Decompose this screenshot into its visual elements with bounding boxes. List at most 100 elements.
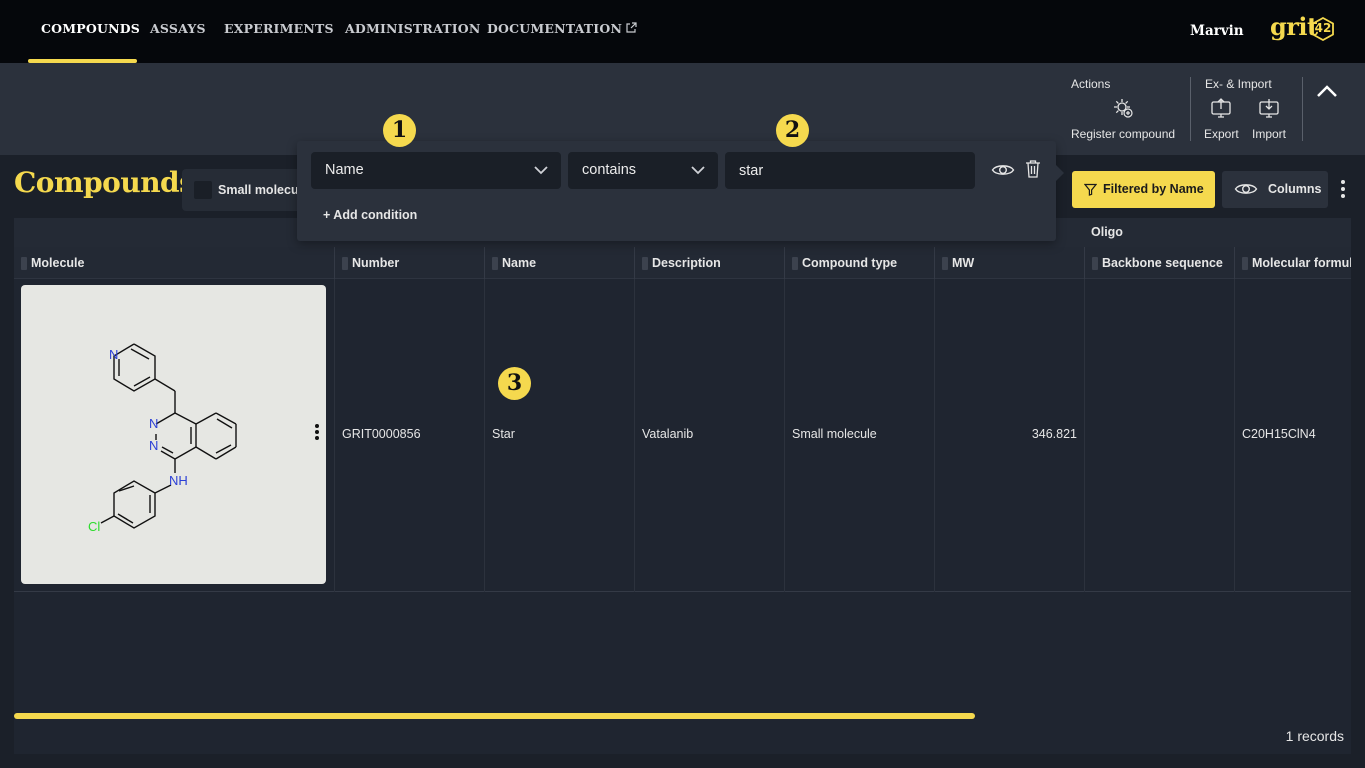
column-drag-handle[interactable]: [492, 257, 498, 270]
chevron-up-icon: [1317, 85, 1337, 97]
horizontal-scrollbar[interactable]: [14, 713, 975, 719]
top-navigation-bar: COMPOUNDS ASSAYS EXPERIMENTS ADMINISTRAT…: [0, 0, 1365, 63]
step-marker-1: 1: [383, 114, 416, 147]
logo-badge: 42: [1312, 17, 1334, 41]
toolbar-divider-2: [1302, 77, 1303, 141]
grit-logo[interactable]: grit: [1270, 12, 1318, 41]
type-filter-checkbox[interactable]: [194, 181, 212, 199]
column-header-molecule[interactable]: Molecule: [14, 247, 334, 279]
column-header-label: Molecule: [31, 256, 85, 270]
filter-operator-select[interactable]: contains: [568, 152, 718, 189]
toolbar-divider: [1190, 77, 1191, 141]
import-label: Import: [1252, 127, 1287, 141]
compound-type-filter[interactable]: Small molecu: [182, 169, 312, 211]
column-header-description[interactable]: Description: [634, 247, 784, 279]
column-header-name[interactable]: Name: [484, 247, 634, 279]
collapse-toolbar-button[interactable]: [1315, 83, 1339, 104]
column-header-label: Backbone sequence: [1102, 256, 1223, 270]
more-options-button[interactable]: [1336, 178, 1350, 200]
chevron-down-icon: [690, 164, 706, 180]
filtered-by-name-button[interactable]: Filtered by Name: [1072, 171, 1215, 208]
cell-number[interactable]: GRIT0000856: [334, 279, 484, 592]
filter-popover: Name contains + Add condition: [297, 141, 1064, 241]
ex-import-group-title: Ex- & Import: [1205, 77, 1272, 91]
column-header-label: MW: [952, 256, 975, 270]
cell-compound-type[interactable]: Small molecule: [784, 279, 934, 592]
column-drag-handle[interactable]: [942, 257, 948, 270]
grid-header-row: Molecule Number Name Description Compoun…: [14, 247, 1351, 279]
atom-label: NH: [169, 473, 188, 488]
column-header-compound-type[interactable]: Compound type: [784, 247, 934, 279]
columns-label: Columns: [1268, 182, 1322, 196]
column-drag-handle[interactable]: [1242, 257, 1248, 270]
nav-documentation-label: DOCUMENTATION: [487, 21, 623, 36]
compounds-grid: Oligo Molecule Number Name Description C…: [14, 218, 1351, 754]
delete-condition-button[interactable]: [1025, 159, 1041, 183]
molecule-menu-button[interactable]: [312, 422, 322, 445]
cell-value: GRIT0000856: [342, 427, 421, 441]
columns-button[interactable]: Columns: [1222, 171, 1328, 208]
export-icon: [1204, 97, 1239, 122]
cell-description[interactable]: Vatalanib: [634, 279, 784, 592]
cell-value: C20H15ClN4: [1242, 427, 1316, 441]
add-condition-button[interactable]: + Add condition: [323, 208, 417, 222]
column-drag-handle[interactable]: [1092, 257, 1098, 270]
toggle-condition-visibility-button[interactable]: [991, 162, 1015, 183]
molecule-structure[interactable]: N N N NH Cl: [21, 285, 326, 584]
atom-label: N: [149, 438, 158, 453]
column-drag-handle[interactable]: [792, 257, 798, 270]
column-header-molecular-formula[interactable]: Molecular formul: [1234, 247, 1351, 279]
nav-assays[interactable]: ASSAYS: [150, 21, 206, 36]
column-header-label: Number: [352, 256, 400, 270]
column-group-oligo: Oligo: [1091, 225, 1123, 239]
external-link-icon: [626, 21, 637, 36]
atom-label: Cl: [88, 519, 100, 534]
step-marker-3: 3: [498, 367, 531, 400]
page-title: Compounds: [14, 166, 195, 199]
column-drag-handle[interactable]: [342, 257, 348, 270]
nav-documentation[interactable]: DOCUMENTATION: [487, 21, 637, 36]
atom-label: N: [149, 416, 158, 431]
nav-administration[interactable]: ADMINISTRATION: [345, 21, 481, 36]
popover-pointer: [1056, 165, 1064, 181]
column-drag-handle[interactable]: [642, 257, 648, 270]
import-button[interactable]: Import: [1252, 97, 1286, 141]
export-label: Export: [1204, 127, 1239, 141]
filtered-by-name-label: Filtered by Name: [1103, 182, 1204, 196]
column-header-number[interactable]: Number: [334, 247, 484, 279]
cell-value: Small molecule: [792, 427, 877, 441]
register-compound-label: Register compound: [1071, 127, 1176, 141]
logo-badge-text: 42: [1314, 21, 1332, 35]
cell-molecular-formula[interactable]: C20H15ClN4: [1234, 279, 1351, 592]
cell-name[interactable]: Star: [484, 279, 634, 592]
column-header-mw[interactable]: MW: [934, 247, 1084, 279]
chevron-down-icon: [533, 164, 549, 180]
step-marker-2: 2: [776, 114, 809, 147]
column-header-label: Name: [502, 256, 537, 270]
atom-label: N: [109, 347, 118, 362]
nav-experiments[interactable]: EXPERIMENTS: [224, 21, 334, 36]
export-button[interactable]: Export: [1204, 97, 1239, 141]
table-row[interactable]: N N N NH Cl GRIT0000856 Star Vatalanib S…: [14, 279, 1351, 592]
actions-group-title: Actions: [1071, 77, 1111, 91]
eye-icon: [991, 165, 1015, 175]
filter-value-input[interactable]: [725, 152, 975, 189]
column-header-backbone-sequence[interactable]: Backbone sequence: [1084, 247, 1234, 279]
filter-operator-value: contains: [582, 162, 637, 178]
nav-compounds[interactable]: COMPOUNDS: [41, 21, 140, 36]
trash-icon: [1026, 160, 1040, 178]
cell-backbone-sequence[interactable]: [1084, 279, 1234, 592]
column-header-label: Description: [652, 256, 721, 270]
eye-icon: [1234, 181, 1258, 200]
column-header-label: Compound type: [802, 256, 898, 270]
column-header-label: Molecular formul: [1252, 256, 1351, 270]
register-compound-button[interactable]: Register compound: [1071, 97, 1175, 141]
cell-value: Vatalanib: [642, 427, 694, 441]
cell-value: Star: [492, 427, 515, 441]
cell-mw[interactable]: 346.821: [934, 279, 1084, 592]
column-drag-handle[interactable]: [21, 257, 27, 270]
filter-field-value: Name: [325, 162, 364, 178]
user-menu[interactable]: Marvin: [1190, 23, 1244, 39]
filter-field-select[interactable]: Name: [311, 152, 561, 189]
molecule-structure-drawing: N N N NH Cl: [88, 343, 237, 534]
